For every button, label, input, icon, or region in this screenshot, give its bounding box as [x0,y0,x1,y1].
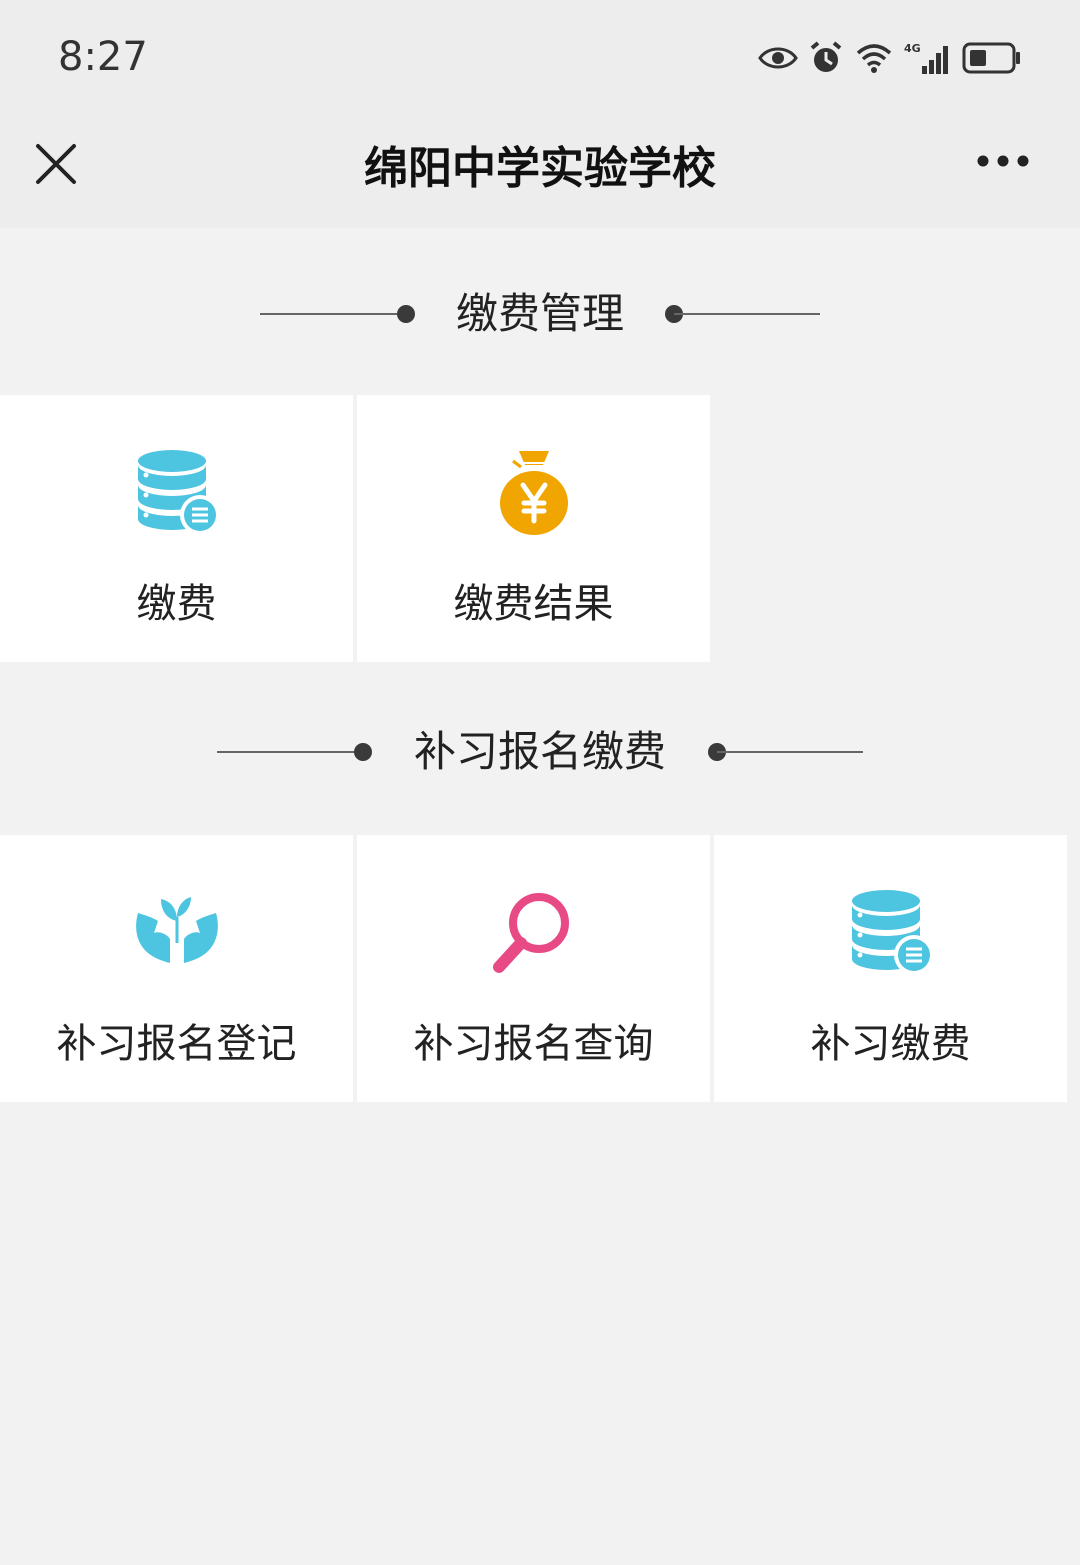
more-button[interactable] [968,146,1038,176]
tile-tutoring-query[interactable]: 补习报名查询 [357,835,710,1102]
title-bar: 绵阳中学实验学校 [0,110,1080,228]
tile-tutoring-registration[interactable]: 补习报名登记 [0,835,353,1102]
tile-tutoring-payment[interactable]: 补习缴费 [714,835,1067,1102]
svg-text:4G: 4G [904,42,921,55]
tile-label: 补习缴费 [810,1021,971,1067]
section-header-payment: 缴费管理 [0,284,1080,344]
battery-icon [962,42,1022,74]
tile-payment[interactable]: 缴费 [0,395,353,662]
section-title: 缴费管理 [455,289,624,338]
section-title: 补习报名缴费 [413,727,666,776]
status-icons: 4G [758,36,1022,80]
magnifier-icon [492,893,569,973]
database-list-icon [137,450,220,535]
tile-label: 补习报名查询 [413,1021,654,1067]
divider-line [717,751,863,753]
tile-payment-result[interactable]: 缴费结果 [357,395,710,662]
database-list-icon [851,890,934,975]
section-header-tutoring: 补习报名缴费 [0,722,1080,782]
status-bar: 8:27 4G [0,0,1080,110]
hands-plant-icon [135,897,218,963]
wifi-icon [854,41,894,75]
money-bag-yuan-icon [499,451,568,535]
tile-label: 补习报名登记 [56,1021,297,1067]
eye-icon [758,44,798,72]
signal-4g-icon: 4G [904,40,952,76]
tile-label: 缴费 [136,581,217,627]
divider-line [674,313,820,315]
status-time: 8:27 [58,34,148,80]
more-icon [977,155,1029,167]
alarm-icon [808,40,844,76]
page-title: 绵阳中学实验学校 [364,143,716,194]
tile-label: 缴费结果 [453,581,614,627]
